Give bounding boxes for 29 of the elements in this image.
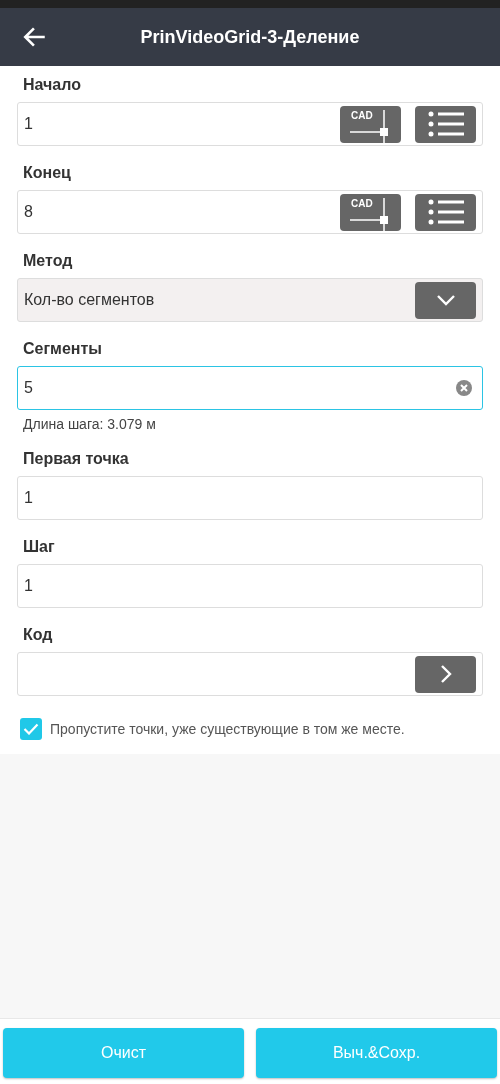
cad-button[interactable]: CAD [340,193,401,231]
cad-button[interactable]: CAD [340,105,401,143]
field-label: Сегменты [23,340,103,358]
list-icon [427,109,464,139]
input-field[interactable]: 5 [17,366,483,410]
input-field[interactable]: 1 [17,564,483,608]
step-length-hint: Длина шага: 3.079 м [23,416,157,432]
method-dropdown[interactable]: Кол-во сегментов [17,278,483,322]
field-label: Начало [23,76,82,94]
page-title: PrinVideoGrid-3-Деление [140,26,360,47]
clear-icon[interactable] [456,380,472,396]
input-field[interactable] [17,652,483,696]
list-button[interactable] [415,105,476,143]
input-field[interactable]: 1 [17,476,483,520]
field-label: Шаг [23,538,56,556]
chevron-right-icon [439,664,452,684]
dropdown-button[interactable] [415,281,476,319]
list-icon [427,197,464,227]
field-label: Метод [23,252,74,270]
input-field[interactable]: 1 CAD [17,102,483,146]
list-button[interactable] [415,193,476,231]
checkbox[interactable] [20,718,42,740]
next-button[interactable] [415,655,476,693]
input-field[interactable]: 8 CAD [17,190,483,234]
chevron-down-icon [435,294,456,306]
field-label: Первая точка [23,450,130,468]
field-label: Конец [23,164,72,182]
field-label: Код [23,626,54,644]
checkbox-label: Пропустите точки, уже существующие в том же месте. [50,721,405,737]
